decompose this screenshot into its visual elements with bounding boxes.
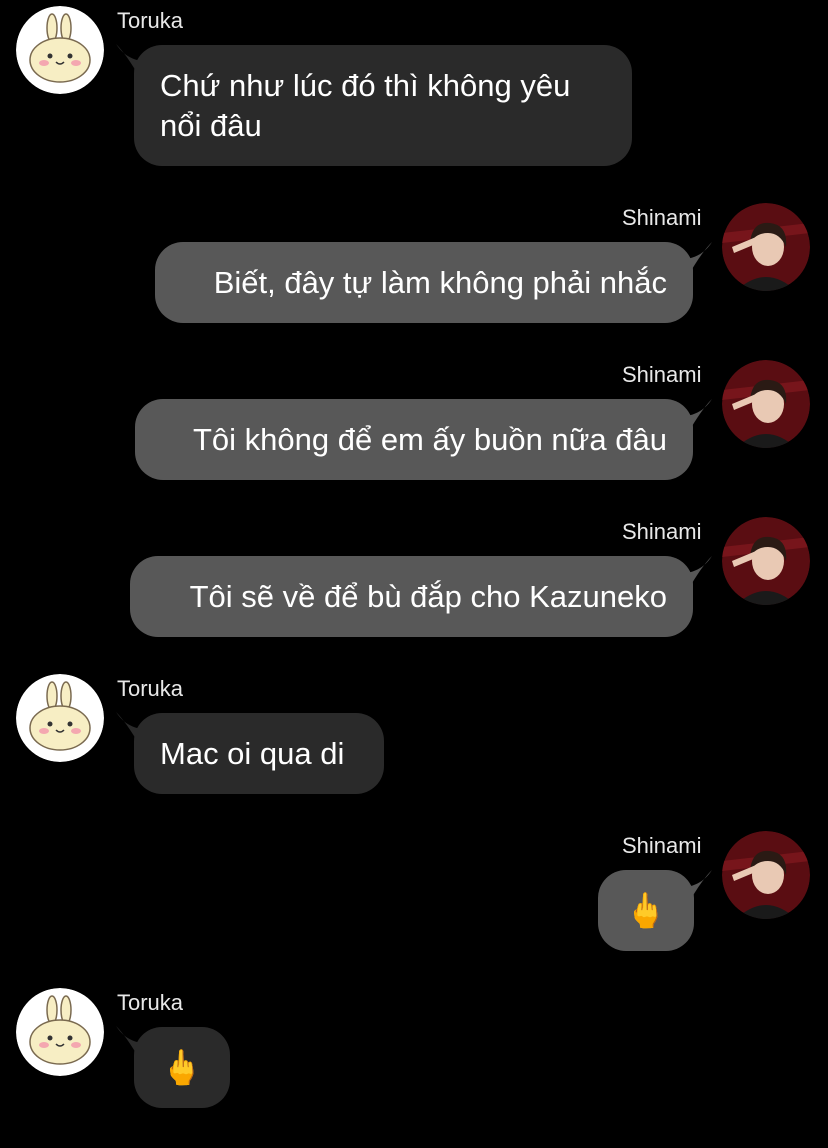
person-photo-icon: [722, 831, 810, 919]
message-bubble[interactable]: 🖕: [134, 1027, 230, 1108]
middle-finger-emoji: 🖕: [160, 1048, 204, 1087]
sender-name: Shinami: [622, 362, 702, 387]
message-bubble[interactable]: Chứ như lúc đó thì không yêu nổi đâu: [134, 45, 632, 166]
message-bubble[interactable]: Mac oi qua di: [134, 713, 384, 794]
person-photo-icon: [722, 517, 810, 605]
shinami-avatar[interactable]: [722, 831, 810, 919]
toruka-avatar[interactable]: [16, 988, 104, 1076]
sender-name: Toruka: [117, 8, 184, 33]
shinami-avatar[interactable]: [722, 203, 810, 291]
shinami-avatar[interactable]: [722, 360, 810, 448]
sender-name: Shinami: [622, 833, 702, 858]
message-bubble[interactable]: Tôi không để em ấy buồn nữa đâu: [135, 399, 693, 480]
message-text: Biết, đây tự làm không phải nhắc: [213, 264, 667, 300]
message-bubble[interactable]: Tôi sẽ về để bù đắp cho Kazuneko: [130, 556, 693, 637]
message-text: Tôi sẽ về để bù đắp cho Kazuneko: [189, 578, 667, 614]
shinami-avatar[interactable]: [722, 517, 810, 605]
sender-name: Shinami: [622, 205, 702, 230]
message-bubble[interactable]: Biết, đây tự làm không phải nhắc: [155, 242, 693, 323]
bunny-avatar-icon: [16, 988, 104, 1076]
sender-name: Shinami: [622, 519, 702, 544]
sender-name: Toruka: [117, 676, 184, 701]
person-photo-icon: [722, 203, 810, 291]
message-text: Mac oi qua di: [160, 735, 345, 771]
message-text: Chứ như lúc đó thì không yêu nổi đâu: [160, 67, 571, 143]
bunny-avatar-icon: [16, 6, 104, 94]
toruka-avatar[interactable]: [16, 6, 104, 94]
message-text: Tôi không để em ấy buồn nữa đâu: [192, 421, 667, 457]
message-bubble[interactable]: 🖕: [598, 870, 694, 951]
sender-name: Toruka: [117, 990, 184, 1015]
middle-finger-emoji: 🖕: [624, 891, 668, 930]
toruka-avatar[interactable]: [16, 674, 104, 762]
bunny-avatar-icon: [16, 674, 104, 762]
person-photo-icon: [722, 360, 810, 448]
